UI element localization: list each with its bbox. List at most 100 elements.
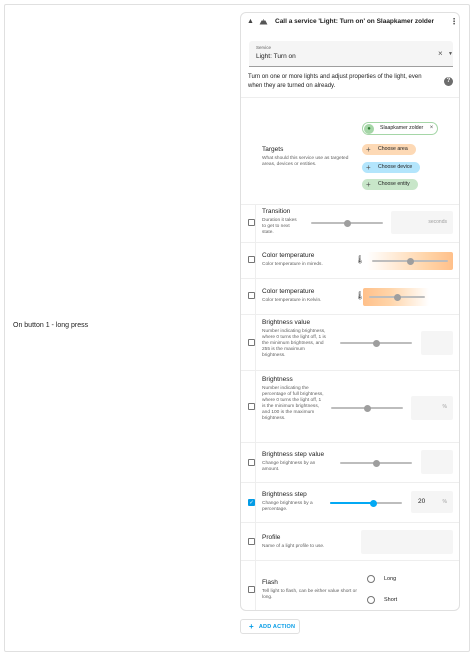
- row-divider: [255, 279, 256, 314]
- more-vert-icon[interactable]: ⋮: [450, 17, 458, 26]
- area-icon: ●: [364, 124, 374, 134]
- targets-row: Targets What should this service use as …: [241, 97, 459, 204]
- brightness-value-checkbox[interactable]: [248, 339, 255, 346]
- profile-title: Profile: [262, 534, 281, 541]
- slider-thumb[interactable]: [372, 339, 380, 347]
- profile-description: Name of a light profile to use.: [262, 544, 325, 549]
- brightness-suffix: %: [442, 404, 447, 410]
- action-card: ▲ Call a service 'Light: Turn on' on Sla…: [240, 12, 460, 611]
- profile-checkbox[interactable]: [248, 538, 255, 545]
- slider-fill: [330, 502, 374, 504]
- choose-device-button[interactable]: + Choose device: [362, 162, 421, 173]
- targets-title: Targets: [262, 146, 284, 153]
- flash-option-long-label: Long: [384, 576, 397, 582]
- target-chip-slaapkamer-zolder[interactable]: ● Slaapkamer zolder ×: [362, 122, 439, 135]
- color-temp-kelvin-slider[interactable]: [369, 293, 425, 301]
- transition-input[interactable]: seconds: [391, 211, 453, 234]
- brightness-row: Brightness Number indicating the percent…: [241, 370, 459, 442]
- brightness-step-checkbox[interactable]: ✓: [248, 499, 255, 506]
- color-temp-mireds-checkbox[interactable]: [248, 256, 255, 263]
- targets-description: What should this service use as targeted…: [262, 156, 349, 168]
- service-field-value: Light: Turn on: [256, 53, 296, 60]
- plus-icon: +: [366, 163, 371, 172]
- color-temp-mireds-title: Color temperature: [262, 252, 315, 259]
- transition-suffix: seconds: [428, 219, 447, 225]
- choose-area-button[interactable]: + Choose area: [362, 144, 416, 155]
- choose-entity-label: Choose entity: [378, 181, 410, 187]
- row-divider: [255, 561, 256, 610]
- brightness-step-value: 20: [418, 498, 426, 505]
- clear-icon[interactable]: ×: [438, 49, 443, 58]
- brightness-step-value-slider[interactable]: [340, 459, 412, 467]
- brightness-step-row: ✓ Brightness step Change brightness by a…: [241, 482, 459, 522]
- dropdown-arrow-icon[interactable]: ▼: [448, 51, 453, 57]
- choose-device-label: Choose device: [378, 164, 413, 170]
- ceiling-light-icon: [259, 19, 268, 25]
- action-card-header[interactable]: ▲ Call a service 'Light: Turn on' on Sla…: [241, 13, 459, 33]
- brightness-description: Number indicating the percentage of full…: [262, 386, 324, 422]
- color-temp-kelvin-row: Color temperature Color temperature in K…: [241, 278, 459, 314]
- flash-radio-long[interactable]: [367, 575, 375, 583]
- plus-icon: +: [249, 622, 254, 631]
- remove-target-icon[interactable]: ×: [430, 123, 434, 134]
- brightness-value-title: Brightness value: [262, 319, 311, 326]
- brightness-checkbox[interactable]: [248, 403, 255, 410]
- slider-thumb[interactable]: [372, 459, 380, 467]
- brightness-step-value-input[interactable]: [421, 450, 453, 474]
- row-divider: [255, 483, 256, 522]
- brightness-input[interactable]: %: [411, 396, 453, 420]
- brightness-slider[interactable]: [331, 404, 403, 412]
- row-divider: [255, 243, 256, 278]
- plus-icon: +: [366, 145, 371, 154]
- plus-icon: +: [366, 180, 371, 189]
- chevron-up-icon[interactable]: ▲: [247, 18, 254, 25]
- action-title: Call a service 'Light: Turn on' on Slaap…: [275, 18, 435, 25]
- choose-entity-button[interactable]: + Choose entity: [362, 179, 418, 190]
- flash-row: Flash Tell light to flash, can be either…: [241, 560, 459, 610]
- add-action-button[interactable]: + ADD ACTION: [240, 619, 300, 634]
- profile-row: Profile Name of a light profile to use.: [241, 522, 459, 560]
- brightness-value-slider[interactable]: [340, 339, 412, 347]
- transition-description: Duration it takes to get to next state.: [262, 218, 297, 236]
- transition-title: Transition: [262, 208, 291, 215]
- transition-checkbox[interactable]: [248, 219, 255, 226]
- color-temp-mireds-description: Color temperature in mireds.: [262, 262, 323, 267]
- row-divider: [255, 523, 256, 560]
- flash-title: Flash: [262, 579, 278, 586]
- flash-option-short-label: Short: [384, 597, 398, 603]
- add-action-label: ADD ACTION: [258, 624, 296, 630]
- color-temp-kelvin-title: Color temperature: [262, 288, 315, 295]
- transition-row: Transition Duration it takes to get to n…: [241, 204, 459, 242]
- brightness-title: Brightness: [262, 376, 293, 383]
- service-select[interactable]: Service Light: Turn on × ▼: [249, 41, 453, 67]
- brightness-step-title: Brightness step: [262, 491, 307, 498]
- brightness-step-slider[interactable]: [330, 499, 402, 507]
- brightness-step-value-title: Brightness step value: [262, 451, 325, 458]
- row-divider: [255, 443, 256, 482]
- slider-thumb[interactable]: [393, 293, 401, 301]
- brightness-step-input[interactable]: 20 %: [411, 491, 453, 513]
- transition-slider[interactable]: [311, 219, 383, 227]
- brightness-value-row: Brightness value Number indicating brigh…: [241, 314, 459, 370]
- profile-input[interactable]: [361, 530, 453, 554]
- brightness-step-value-description: Change brightness by an amount.: [262, 461, 316, 473]
- brightness-step-suffix: %: [442, 499, 447, 505]
- brightness-value-description: Number indicating brightness, where 0 tu…: [262, 329, 326, 359]
- slider-thumb[interactable]: [343, 219, 351, 227]
- slider-thumb[interactable]: [369, 499, 377, 507]
- slider-thumb[interactable]: [406, 257, 414, 265]
- color-temp-mireds-slider[interactable]: [372, 257, 448, 265]
- color-temp-kelvin-description: Color temperature in Kelvin.: [262, 298, 322, 303]
- brightness-step-value-row: Brightness step value Change brightness …: [241, 442, 459, 482]
- help-icon[interactable]: ?: [444, 77, 453, 86]
- brightness-step-value-checkbox[interactable]: [248, 459, 255, 466]
- row-divider: [255, 371, 256, 442]
- brightness-value-input[interactable]: [421, 331, 453, 355]
- color-temp-kelvin-checkbox[interactable]: [248, 292, 255, 299]
- choose-area-label: Choose area: [378, 146, 408, 152]
- trigger-label: On button 1 - long press: [13, 322, 89, 329]
- flash-radio-short[interactable]: [367, 596, 375, 604]
- service-field-label: Service: [256, 45, 272, 50]
- flash-checkbox[interactable]: [248, 586, 255, 593]
- slider-thumb[interactable]: [363, 404, 371, 412]
